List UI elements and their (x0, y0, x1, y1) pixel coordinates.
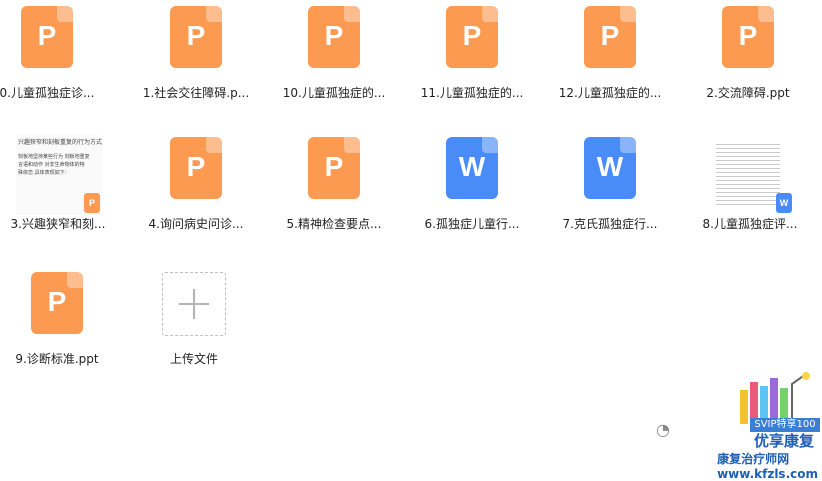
file-item[interactable]: P 2.交流障碍.ppt (688, 2, 808, 112)
file-name: 0.儿童孤独症诊... (0, 86, 95, 100)
file-item[interactable]: 兴趣狭窄和刻板重复的行为方式 刻板地坚持某些行为 刻板地重复 言语和动作 对非生… (0, 133, 118, 243)
ppt-file-icon: P (164, 6, 228, 70)
file-name: 3.兴趣狭窄和刻... (10, 217, 106, 231)
file-name: 8.儿童孤独症评... (702, 217, 798, 231)
file-item[interactable]: P 0.儿童孤独症诊... (0, 2, 107, 112)
file-item[interactable]: P 9.诊断标准.ppt (0, 268, 117, 378)
file-name: 5.精神检查要点... (286, 217, 382, 231)
file-item[interactable]: P 11.儿童孤独症的... (412, 2, 532, 112)
file-item[interactable]: P 5.精神检查要点... (274, 133, 394, 243)
file-name: 7.克氏孤独症行... (562, 217, 658, 231)
word-badge-icon: W (776, 193, 792, 213)
ppt-file-icon: P (25, 272, 89, 336)
wechat-icon: ◔ (656, 420, 670, 439)
ppt-badge-icon: P (84, 193, 100, 213)
file-name: 12.儿童孤独症的... (558, 86, 662, 100)
word-thumbnail: W (708, 135, 794, 215)
file-name: 4.询问病史问诊... (148, 217, 244, 231)
document-thumbnail: W (708, 135, 794, 215)
file-name: 11.儿童孤独症的... (420, 86, 524, 100)
upload-file-button[interactable]: 上传文件 (134, 268, 254, 378)
file-item[interactable]: W 6.孤独症儿童行... (412, 133, 532, 243)
file-item[interactable]: P 12.儿童孤独症的... (550, 2, 670, 112)
ppt-file-icon: P (440, 6, 504, 70)
file-item[interactable]: P 10.儿童孤独症的... (274, 2, 394, 112)
ppt-file-icon: P (578, 6, 642, 70)
ppt-thumbnail: 兴趣狭窄和刻板重复的行为方式 刻板地坚持某些行为 刻板地重复 言语和动作 对非生… (16, 135, 102, 215)
file-item[interactable]: P 1.社会交往障碍.p... (136, 2, 256, 112)
brand-name: 优享康复 (753, 432, 814, 450)
ppt-file-icon: P (716, 6, 780, 70)
file-name: 6.孤独症儿童行... (424, 217, 520, 231)
file-item[interactable]: W 7.克氏孤独症行... (550, 133, 670, 243)
word-file-icon: W (440, 137, 504, 201)
ppt-file-icon: P (164, 137, 228, 201)
file-grid: P 0.儿童孤独症诊... P 1.社会交往障碍.p... P 10.儿童孤独症… (0, 0, 822, 476)
file-item[interactable]: W 8.儿童孤独症评... (690, 133, 810, 243)
ppt-file-icon: P (15, 6, 79, 70)
file-name: 9.诊断标准.ppt (15, 352, 99, 366)
ppt-file-icon: P (302, 137, 366, 201)
upload-label: 上传文件 (169, 352, 218, 366)
file-name: 2.交流障碍.ppt (706, 86, 790, 100)
document-thumbnail: 兴趣狭窄和刻板重复的行为方式 刻板地坚持某些行为 刻板地重复 言语和动作 对非生… (16, 135, 102, 215)
file-name: 10.儿童孤独症的... (282, 86, 386, 100)
word-file-icon: W (578, 137, 642, 201)
plus-icon[interactable] (162, 272, 226, 336)
ppt-file-icon: P (302, 6, 366, 70)
file-item[interactable]: P 4.询问病史问诊... (136, 133, 256, 243)
watermark: SVIP特享100 ◔ 优享康复 康复治疗师网 www.kfzls.com (656, 366, 822, 481)
file-name: 1.社会交往障碍.p... (142, 86, 250, 100)
site-name: 康复治疗师网 www.kfzls.com (717, 452, 818, 481)
